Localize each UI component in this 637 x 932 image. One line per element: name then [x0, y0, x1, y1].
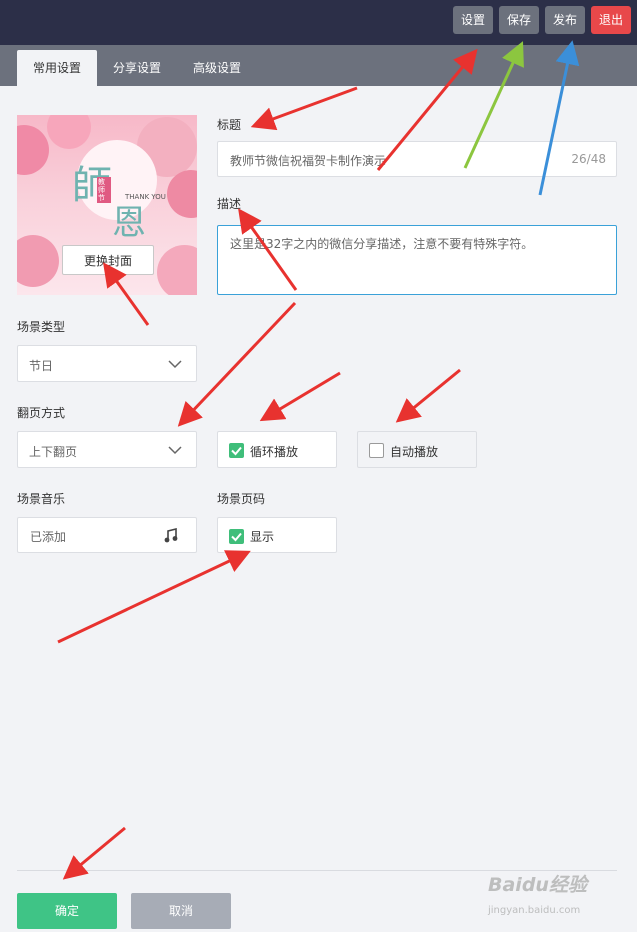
arrow-to-page-turn: [177, 301, 297, 427]
tab-share-settings[interactable]: 分享设置: [100, 50, 174, 86]
checkbox-checked-icon: [229, 443, 244, 458]
scene-type-value: 节日: [29, 359, 54, 373]
music-note-icon: [164, 528, 178, 543]
title-char-counter: 26/48: [571, 152, 606, 166]
page-number-checkbox[interactable]: 显示: [217, 517, 337, 553]
music-field[interactable]: 已添加: [17, 517, 197, 553]
auto-play-label: 自动播放: [390, 445, 439, 459]
arrow-to-auto-play: [395, 368, 461, 423]
page-turn-label: 翻页方式: [17, 406, 66, 420]
music-label: 场景音乐: [17, 492, 66, 506]
music-value: 已添加: [30, 530, 67, 544]
tab-common-settings[interactable]: 常用设置: [17, 50, 97, 86]
title-input[interactable]: 教师节微信祝福贺卡制作演示 26/48: [217, 141, 617, 177]
scene-type-select[interactable]: 节日: [17, 345, 197, 382]
loop-play-label: 循环播放: [250, 445, 299, 459]
change-cover-button[interactable]: 更换封面: [62, 245, 154, 275]
watermark: Baidu经验 jingyan.baidu.com: [488, 870, 587, 916]
tab-advanced-settings[interactable]: 高级设置: [180, 50, 254, 86]
cover-art-stamp: 教师节: [97, 177, 111, 203]
confirm-button[interactable]: 确定: [17, 893, 117, 929]
description-label: 描述: [217, 197, 242, 211]
arrow-to-title: [250, 86, 358, 131]
cover-art-char-2: 恩: [112, 203, 146, 243]
arrow-to-loop-play: [259, 371, 341, 422]
scene-type-label: 场景类型: [17, 320, 66, 334]
cover-image: 師 恩 THANK YOU 教师节 更换封面: [17, 115, 197, 295]
watermark-url: jingyan.baidu.com: [488, 905, 581, 916]
loop-play-checkbox[interactable]: 循环播放: [217, 431, 337, 468]
publish-button[interactable]: 发布: [545, 6, 585, 34]
watermark-brand: Baidu经验: [488, 874, 587, 896]
page-turn-value: 上下翻页: [29, 445, 78, 459]
page-number-label: 场景页码: [217, 492, 266, 506]
settings-button[interactable]: 设置: [453, 6, 493, 34]
tab-bar: 常用设置 分享设置 高级设置: [0, 45, 637, 86]
checkbox-checked-icon: [229, 529, 244, 544]
save-button[interactable]: 保存: [499, 6, 539, 34]
chevron-down-icon: [168, 446, 182, 455]
arrow-to-page-number: [57, 550, 251, 644]
exit-button[interactable]: 退出: [591, 6, 631, 34]
arrow-to-confirm: [62, 826, 126, 880]
description-textarea[interactable]: 这里是32字之内的微信分享描述，注意不要有特殊字符。: [217, 225, 617, 295]
page-number-option-label: 显示: [250, 530, 275, 544]
checkbox-unchecked-icon: [369, 443, 384, 458]
auto-play-checkbox[interactable]: 自动播放: [357, 431, 477, 468]
cancel-button[interactable]: 取消: [131, 893, 231, 929]
cover-art-thank-text: THANK YOU: [125, 193, 166, 201]
description-value: 这里是32字之内的微信分享描述，注意不要有特殊字符。: [230, 237, 534, 251]
top-bar: 设置 保存 发布 退出: [0, 0, 637, 45]
title-label: 标题: [217, 118, 242, 132]
chevron-down-icon: [168, 360, 182, 369]
title-input-value: 教师节微信祝福贺卡制作演示: [230, 154, 387, 168]
page-turn-select[interactable]: 上下翻页: [17, 431, 197, 468]
